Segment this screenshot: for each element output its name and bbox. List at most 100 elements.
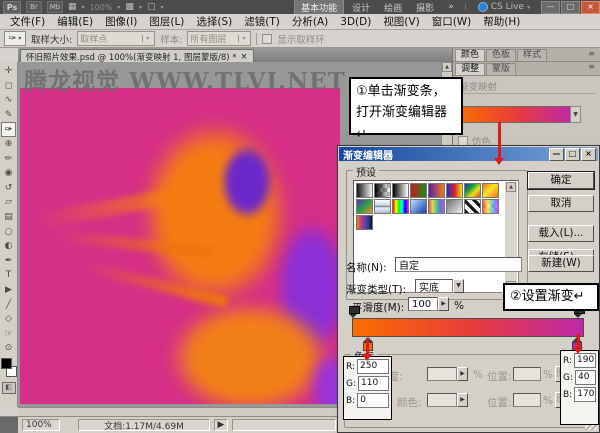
- scroll-up-icon[interactable]: ▲: [506, 182, 516, 192]
- show-ring-checkbox[interactable]: [262, 34, 272, 44]
- name-input[interactable]: 自定: [395, 257, 522, 272]
- menu-item[interactable]: 视图(V): [377, 14, 425, 29]
- quick-selection-tool[interactable]: ✎: [1, 108, 16, 123]
- gradient-preset[interactable]: [374, 183, 391, 198]
- menu-item[interactable]: 文件(F): [4, 14, 51, 29]
- gradient-preset[interactable]: [356, 183, 373, 198]
- marquee-tool[interactable]: ◻: [1, 79, 16, 94]
- dodge-tool[interactable]: ◐: [1, 239, 16, 254]
- gradient-preset[interactable]: [428, 199, 445, 214]
- brush-tool[interactable]: ✏: [1, 152, 16, 167]
- minimize-button[interactable]: —: [541, 1, 560, 14]
- gradient-preset[interactable]: [356, 215, 373, 230]
- panel-tab[interactable]: 调整: [455, 63, 485, 75]
- panel-tab[interactable]: 色板: [486, 49, 516, 61]
- hand-tool[interactable]: ☞: [1, 327, 16, 342]
- gradient-preset[interactable]: [356, 199, 373, 214]
- workspace-button[interactable]: 绘画: [378, 0, 408, 15]
- gradient-preset[interactable]: [446, 183, 463, 198]
- eyedropper-tool-button[interactable]: ✑ ▾: [4, 31, 26, 46]
- panel-menu-icon[interactable]: ≡: [588, 49, 595, 58]
- zoom-level-dropdown[interactable]: 100%: [90, 3, 113, 12]
- gradient-preset[interactable]: [374, 199, 391, 214]
- gradient-preset[interactable]: [464, 183, 481, 198]
- workspace-button[interactable]: »: [442, 1, 460, 13]
- percent-sign: %: [543, 369, 553, 381]
- screen-mode-icon[interactable]: ▢: [147, 2, 156, 12]
- gradient-preset[interactable]: [410, 199, 427, 214]
- restore-button[interactable]: □: [561, 1, 580, 14]
- mini-bridge-icon[interactable]: Mb: [47, 1, 63, 13]
- tab-close-icon[interactable]: ×: [241, 52, 248, 62]
- gradient-preset[interactable]: [464, 199, 481, 214]
- menu-item[interactable]: 分析(A): [286, 14, 334, 29]
- cancel-button[interactable]: 取消: [528, 195, 594, 212]
- menu-item[interactable]: 3D(D): [334, 16, 377, 28]
- gradient-preset[interactable]: [410, 183, 427, 198]
- dialog-restore-button[interactable]: □: [565, 148, 580, 161]
- gradient-preview-bar[interactable]: [352, 318, 584, 337]
- ok-button[interactable]: 确定: [528, 172, 594, 189]
- chevron-down-icon[interactable]: ▼: [453, 279, 464, 293]
- workspace-button[interactable]: 设计: [346, 0, 376, 15]
- load-button[interactable]: 载入(L)...: [528, 225, 594, 242]
- sample-select[interactable]: 所有图层 ▾: [187, 31, 251, 46]
- menu-item[interactable]: 编辑(E): [51, 14, 99, 29]
- type-tool[interactable]: T: [1, 268, 16, 283]
- move-tool[interactable]: ✛: [1, 64, 16, 79]
- panel-tab[interactable]: 样式: [517, 49, 547, 61]
- shape-tool[interactable]: ╱: [1, 298, 16, 313]
- zoom-tool[interactable]: ⊙: [1, 341, 16, 356]
- dialog-title-bar[interactable]: 渐变编辑器 — □ ×: [339, 147, 598, 161]
- gradient-preset[interactable]: [482, 183, 499, 198]
- healing-brush-tool[interactable]: ⊕: [1, 137, 16, 152]
- dialog-minimize-button[interactable]: —: [549, 148, 564, 161]
- workspace-button[interactable]: 摄影: [410, 0, 440, 15]
- panel-tab[interactable]: 蒙版: [486, 63, 516, 75]
- gradient-preset[interactable]: [482, 199, 499, 214]
- cs-live-button[interactable]: CS Live ▾: [478, 2, 530, 12]
- history-brush-tool[interactable]: ↺: [1, 181, 16, 196]
- spinner-icon[interactable]: ▶: [438, 297, 449, 311]
- bridge-icon[interactable]: Br: [26, 1, 42, 13]
- panel-tab[interactable]: 颜色: [455, 49, 485, 61]
- status-zoom-field[interactable]: 100%: [22, 419, 60, 431]
- status-expand-icon[interactable]: ▶: [214, 419, 228, 431]
- new-button[interactable]: 新建(W): [528, 255, 594, 272]
- clone-stamp-tool[interactable]: ◉: [1, 166, 16, 181]
- eyedropper-tool[interactable]: ✑: [1, 122, 16, 137]
- photo-canvas[interactable]: [20, 88, 340, 404]
- menu-item[interactable]: 图像(I): [99, 14, 143, 29]
- smoothness-input[interactable]: 100: [408, 297, 438, 311]
- foreground-color-swatch[interactable]: [1, 358, 12, 369]
- menu-item[interactable]: 窗口(W): [426, 14, 478, 29]
- document-tab[interactable]: 怀旧照片效果.psd @ 100%(渐变映射 1, 图层蒙版/8) * ×: [20, 49, 254, 63]
- dialog-close-button[interactable]: ×: [581, 148, 596, 161]
- menu-item[interactable]: 帮助(H): [477, 14, 526, 29]
- 3d-rotate-tool[interactable]: ◇: [1, 312, 16, 327]
- menu-item[interactable]: 选择(S): [190, 14, 238, 29]
- gradient-tool[interactable]: ▤: [1, 210, 16, 225]
- sample-size-select[interactable]: 取样点 ▾: [77, 31, 155, 46]
- close-button[interactable]: ×: [581, 1, 600, 14]
- panel-menu-icon[interactable]: ≡: [588, 62, 595, 71]
- gradient-map-bar[interactable]: [458, 106, 572, 123]
- gradient-preset[interactable]: [428, 183, 445, 198]
- menu-item[interactable]: 滤镜(T): [238, 14, 286, 29]
- eraser-tool[interactable]: ▱: [1, 195, 16, 210]
- quick-mask-icon[interactable]: ◧: [2, 382, 16, 394]
- arrange-documents-icon[interactable]: ▩: [125, 2, 134, 12]
- presets-scrollbar[interactable]: ▲ ▼: [505, 182, 517, 291]
- gradient-type-select[interactable]: 实底: [415, 279, 453, 293]
- pen-tool[interactable]: ✒: [1, 254, 16, 269]
- blur-tool[interactable]: ○: [1, 225, 16, 240]
- gradient-preset[interactable]: [392, 199, 409, 214]
- lasso-tool[interactable]: ∿: [1, 93, 16, 108]
- opacity-stop-left[interactable]: [349, 306, 358, 317]
- menu-item[interactable]: 图层(L): [143, 14, 190, 29]
- gradient-picker-dropdown[interactable]: ▼: [570, 106, 581, 123]
- view-extras-icon[interactable]: ▦: [68, 2, 77, 12]
- path-selection-tool[interactable]: ▶: [1, 283, 16, 298]
- gradient-preset[interactable]: [392, 183, 409, 198]
- gradient-preset[interactable]: [446, 199, 463, 214]
